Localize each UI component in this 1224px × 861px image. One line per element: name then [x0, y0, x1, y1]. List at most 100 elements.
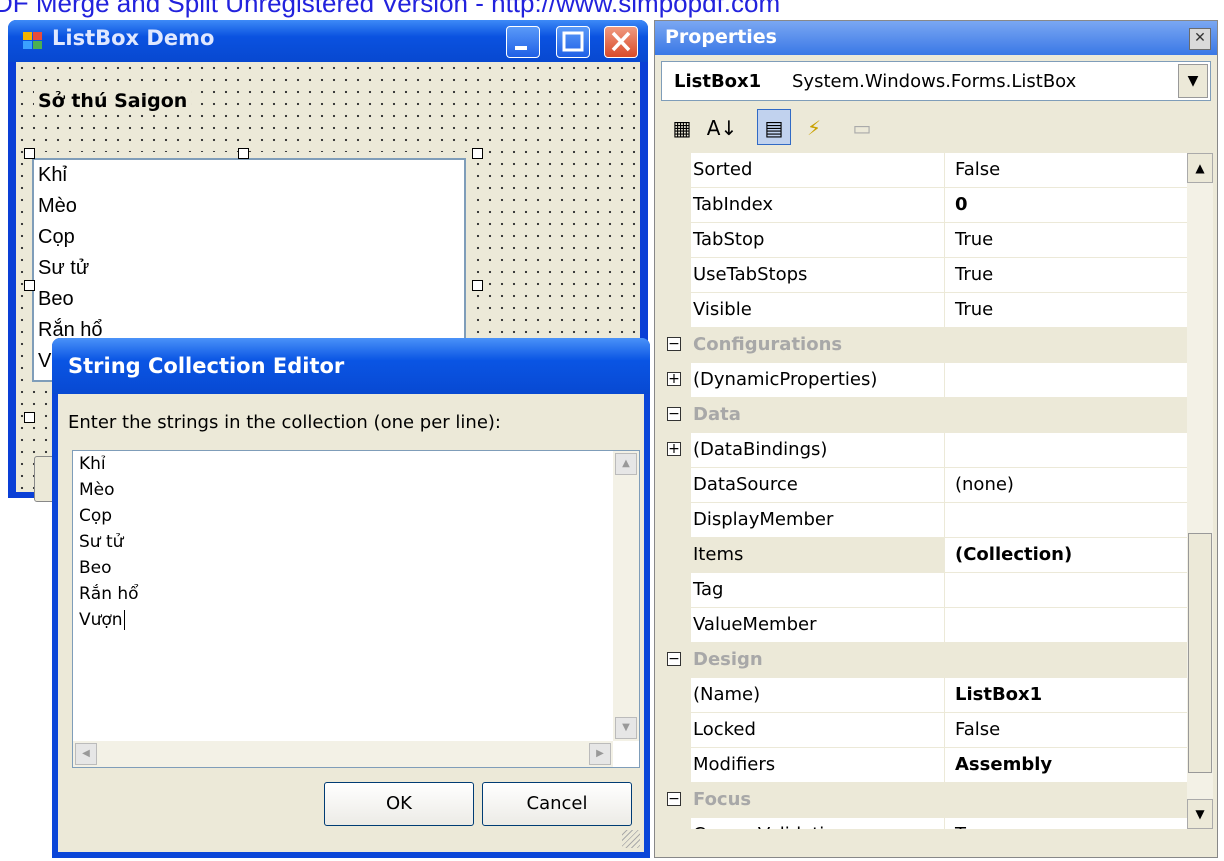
- property-value[interactable]: ListBox1: [947, 678, 1187, 712]
- property-value[interactable]: (Collection): [947, 538, 1187, 572]
- property-value[interactable]: (none): [947, 468, 1187, 502]
- row-gutter: [661, 608, 691, 642]
- property-row[interactable]: Visible True: [661, 293, 1187, 328]
- row-gutter: [661, 188, 691, 222]
- text-line: Beo: [79, 558, 112, 578]
- property-row[interactable]: DataSource (none): [661, 468, 1187, 503]
- property-row[interactable]: UseTabStops True: [661, 258, 1187, 293]
- property-value[interactable]: [947, 433, 1187, 467]
- row-gutter: −: [661, 398, 691, 432]
- text-line: Sư tử: [79, 532, 124, 552]
- collapse-icon[interactable]: −: [667, 652, 681, 666]
- property-row[interactable]: (Name) ListBox1: [661, 678, 1187, 713]
- property-row[interactable]: DisplayMember: [661, 503, 1187, 538]
- expand-icon[interactable]: +: [667, 442, 681, 456]
- property-row[interactable]: + (DynamicProperties): [661, 363, 1187, 398]
- property-value[interactable]: [947, 363, 1187, 397]
- property-value[interactable]: False: [947, 153, 1187, 187]
- resize-handle[interactable]: [24, 148, 35, 159]
- object-selector[interactable]: ListBox1 System.Windows.Forms.ListBox ▼: [661, 61, 1211, 101]
- property-category-row[interactable]: − Configurations: [661, 328, 1187, 363]
- property-value[interactable]: True: [947, 818, 1187, 829]
- property-row[interactable]: Items (Collection): [661, 538, 1187, 573]
- resize-handle[interactable]: [24, 412, 35, 423]
- property-row[interactable]: CausesValidationTrue: [661, 818, 1187, 829]
- close-icon: [611, 31, 631, 52]
- property-value[interactable]: [947, 573, 1187, 607]
- property-row[interactable]: TabIndex 0: [661, 188, 1187, 223]
- window-titlebar[interactable]: ListBox Demo: [8, 20, 648, 62]
- resize-handle[interactable]: [24, 280, 35, 291]
- property-value[interactable]: True: [947, 223, 1187, 257]
- categorized-icon[interactable]: ▦: [665, 109, 699, 145]
- property-row[interactable]: Locked False: [661, 713, 1187, 748]
- resize-handle[interactable]: [472, 280, 483, 291]
- property-name: DataSource: [691, 468, 945, 502]
- events-icon[interactable]: ⚡: [797, 109, 831, 145]
- property-value[interactable]: [947, 608, 1187, 642]
- strings-textarea[interactable]: Khỉ Mèo Cọp Sư tử Beo Rắn hổ Vượn ▲ ▼ ◀ …: [72, 450, 640, 768]
- row-gutter: +: [661, 433, 691, 467]
- list-item[interactable]: Khỉ: [34, 160, 464, 191]
- property-value[interactable]: 0: [947, 188, 1187, 222]
- resize-handle[interactable]: [472, 148, 483, 159]
- property-row[interactable]: TabStop True: [661, 223, 1187, 258]
- row-gutter: [661, 538, 691, 572]
- row-gutter: [661, 223, 691, 257]
- property-category-row[interactable]: − Focus: [661, 783, 1187, 818]
- cancel-button[interactable]: Cancel: [482, 782, 632, 826]
- property-value[interactable]: True: [947, 293, 1187, 327]
- close-icon[interactable]: ✕: [1189, 28, 1211, 50]
- resize-grip-icon[interactable]: [622, 830, 640, 848]
- property-value[interactable]: True: [947, 258, 1187, 292]
- property-value[interactable]: Assembly: [947, 748, 1187, 782]
- property-category-row[interactable]: − Data: [661, 398, 1187, 433]
- property-pages-icon[interactable]: ▭: [845, 109, 879, 145]
- dialog-title: String Collection Editor: [68, 354, 345, 378]
- collapse-icon[interactable]: −: [667, 337, 681, 351]
- property-name: UseTabStops: [691, 258, 945, 292]
- expand-icon[interactable]: +: [667, 372, 681, 386]
- close-button[interactable]: [604, 26, 638, 58]
- property-grid[interactable]: Sorted False TabIndex 0 TabStop True UseTabSto…: [661, 153, 1187, 829]
- row-gutter: −: [661, 643, 691, 677]
- minimize-button[interactable]: [506, 26, 540, 58]
- dialog-titlebar[interactable]: String Collection Editor: [52, 338, 650, 394]
- scroll-left-icon[interactable]: ◀: [75, 743, 97, 765]
- scroll-thumb[interactable]: [1188, 533, 1212, 773]
- resize-handle[interactable]: [238, 148, 249, 159]
- property-name: Visible: [691, 293, 945, 327]
- textarea-horizontal-scrollbar[interactable]: ◀ ▶: [73, 741, 613, 767]
- property-row[interactable]: + (DataBindings): [661, 433, 1187, 468]
- scroll-up-icon[interactable]: ▲: [1187, 153, 1213, 183]
- zoo-label[interactable]: Sở thú Saigon: [34, 90, 192, 112]
- property-row[interactable]: ValueMember: [661, 608, 1187, 643]
- maximize-button[interactable]: [556, 26, 590, 58]
- property-value[interactable]: False: [947, 713, 1187, 747]
- property-row[interactable]: Tag: [661, 573, 1187, 608]
- collapse-icon[interactable]: −: [667, 792, 681, 806]
- scroll-down-icon[interactable]: ▼: [615, 717, 637, 739]
- property-name: TabIndex: [691, 188, 945, 222]
- property-row[interactable]: Sorted False: [661, 153, 1187, 188]
- list-item[interactable]: Beo: [34, 284, 464, 315]
- scroll-right-icon[interactable]: ▶: [589, 743, 611, 765]
- property-value[interactable]: [947, 503, 1187, 537]
- chevron-down-icon[interactable]: ▼: [1178, 64, 1208, 98]
- text-line: Khỉ: [79, 454, 106, 474]
- list-item[interactable]: Cọp: [34, 222, 464, 253]
- property-category-row[interactable]: − Design: [661, 643, 1187, 678]
- textarea-vertical-scrollbar[interactable]: ▲ ▼: [613, 451, 639, 741]
- scroll-down-icon[interactable]: ▼: [1187, 799, 1213, 829]
- ok-button[interactable]: OK: [324, 782, 474, 826]
- list-item[interactable]: Sư tử: [34, 253, 464, 284]
- property-grid-scrollbar[interactable]: ▲ ▼: [1187, 153, 1213, 829]
- alphabetical-icon[interactable]: A↓: [705, 109, 739, 145]
- row-gutter: −: [661, 783, 691, 817]
- scroll-up-icon[interactable]: ▲: [615, 453, 637, 475]
- property-name: Sorted: [691, 153, 945, 187]
- property-row[interactable]: Modifiers Assembly: [661, 748, 1187, 783]
- list-item[interactable]: Mèo: [34, 191, 464, 222]
- collapse-icon[interactable]: −: [667, 407, 681, 421]
- properties-icon[interactable]: ▤: [757, 109, 791, 145]
